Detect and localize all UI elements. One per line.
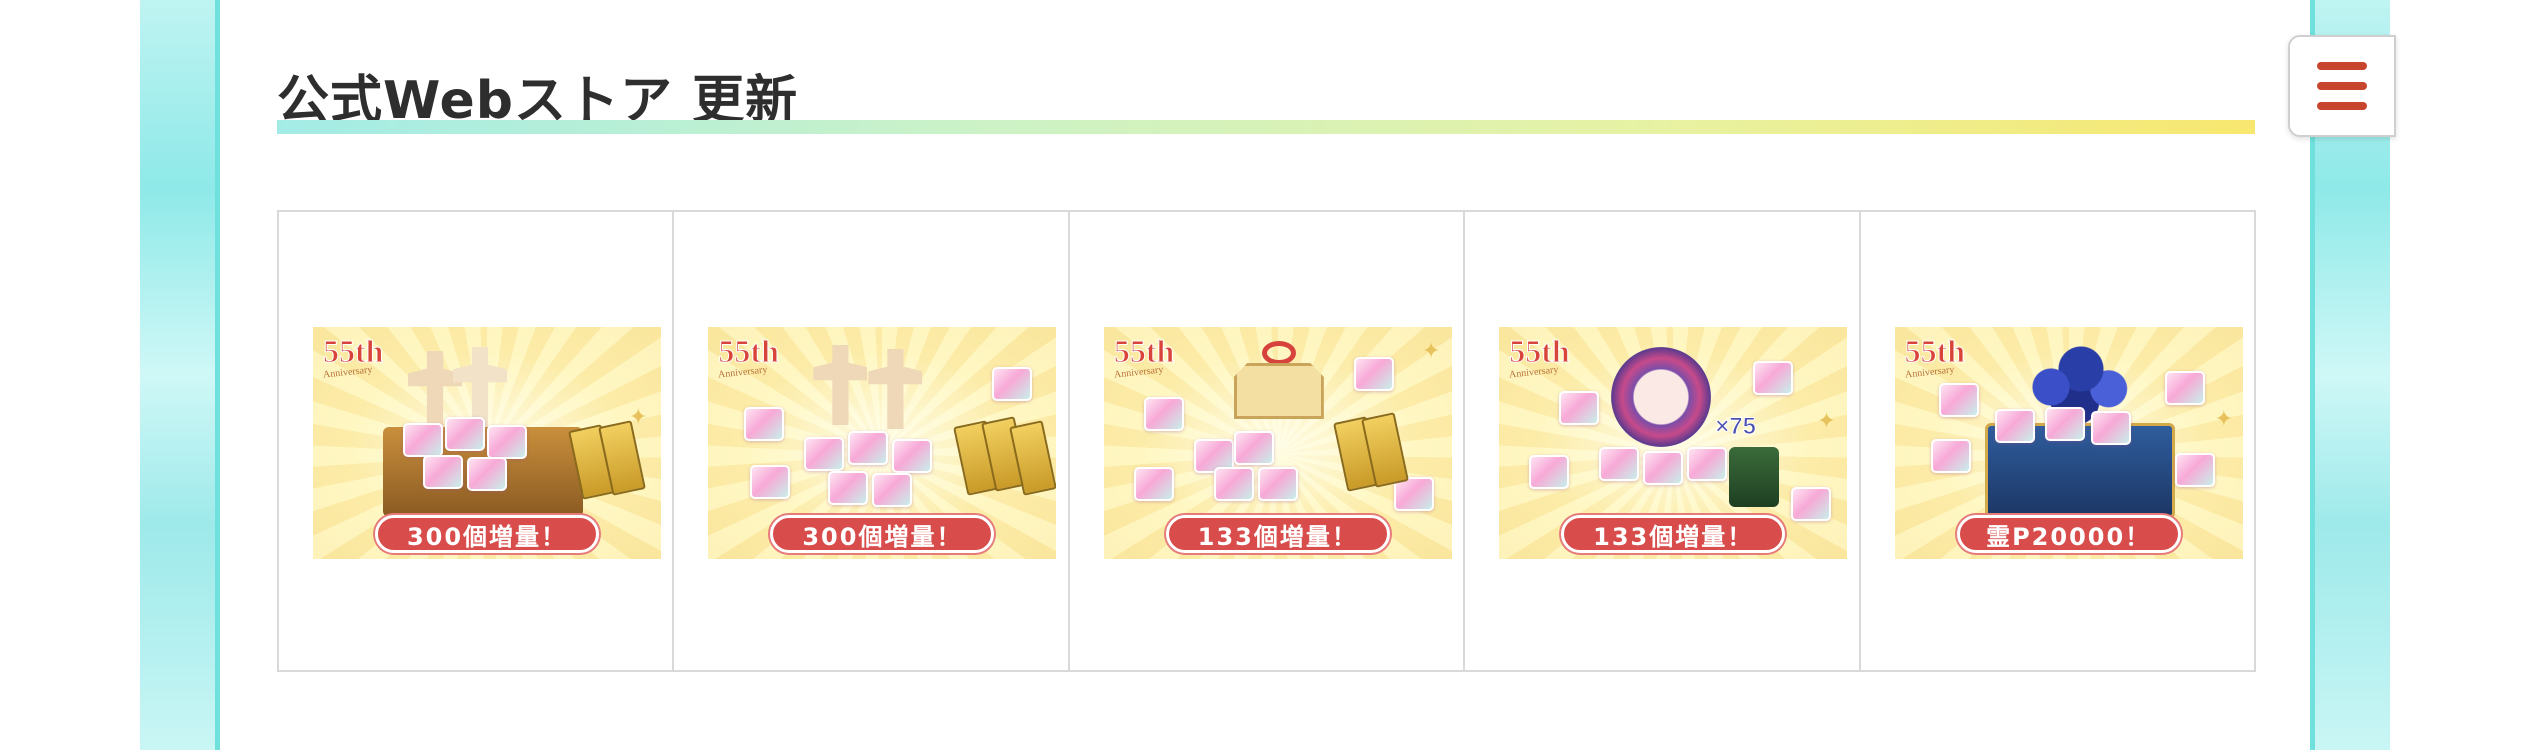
cube-icon [1529,455,1570,489]
cube-icon [1994,409,2035,443]
cube-icon [403,423,443,457]
cube-icon [750,465,791,499]
cube-icon [2090,411,2131,445]
multiplier-label: ×75 [1715,413,1757,441]
store-item-card[interactable]: 55th Anniversary ×75 ✦ 133個増量！ [1465,212,1861,670]
hamburger-menu-icon [2317,62,2367,110]
title-underline [277,120,2255,134]
left-frame [140,0,220,750]
cube-icon [2164,371,2205,405]
cube-icon [804,437,845,471]
cube-icon [828,471,869,505]
cube-icon [1938,383,1979,417]
cube-icon [2174,453,2215,487]
cube-icon [1791,487,1832,521]
character-portrait-icon [1611,347,1712,447]
anniversary-badge: 55th Anniversary [322,333,384,381]
store-banner-image[interactable]: 55th Anniversary ✦ 300個増量！ [313,327,661,559]
banner-label: 霊P20000！ [1956,515,2181,553]
anniversary-badge: 55th Anniversary [1904,333,1966,381]
cube-icon [744,407,785,441]
cube-icon [487,425,527,459]
ema-plaque-icon [1233,363,1324,419]
store-banner-image[interactable]: 55th Anniversary ×75 ✦ 133個増量！ [1499,327,1848,559]
cube-icon [423,455,463,489]
banner-label: 300個増量！ [770,515,995,553]
anniversary-badge: 55th Anniversary [1508,333,1570,381]
store-item-card[interactable]: 55th Anniversary ✦ 霊P20000！ [1860,212,2255,670]
store-banner-grid: 55th Anniversary ✦ 300個増量！ 55th Annivers… [277,210,2256,672]
cube-icon [892,439,933,473]
cube-icon [1687,447,1728,481]
store-banner-image[interactable]: 55th Anniversary ✦ 霊P20000！ [1894,327,2243,559]
cube-icon [1599,447,1640,481]
sparkle-icon: ✦ [2214,407,2234,432]
store-banner-image[interactable]: 55th Anniversary ✦ 133個増量！ [1103,327,1452,559]
cube-icon [992,367,1033,401]
cube-icon [1213,467,1254,501]
store-item-card[interactable]: 55th Anniversary 300個増量！ [674,212,1070,670]
cube-icon [1753,361,1794,395]
cube-icon [1257,467,1298,501]
cube-icon [1930,439,1971,473]
cube-icon [848,431,889,465]
store-item-card[interactable]: 55th Anniversary ✦ 300個増量！ [279,212,675,670]
sparkle-icon: ✦ [629,405,648,430]
cube-icon [445,417,485,451]
chest-icon [1729,447,1780,507]
cube-icon [1559,391,1600,425]
cube-icon [1233,431,1274,465]
cube-icon [1133,467,1174,501]
cube-icon [1353,357,1394,391]
banner-label: 133個増量！ [1561,515,1786,553]
menu-button[interactable] [2288,35,2396,137]
anniversary-badge: 55th Anniversary [1113,333,1175,381]
anniversary-badge: 55th Anniversary [717,333,779,381]
banner-label: 133個増量！ [1165,515,1390,553]
cube-icon [467,457,507,491]
banner-label: 300個増量！ [375,515,599,553]
cube-icon [1643,451,1684,485]
cube-icon [1143,397,1184,431]
knot-icon [1261,341,1296,365]
cube-icon [872,473,913,507]
sparkle-icon: ✦ [1421,339,1441,364]
store-item-card[interactable]: 55th Anniversary ✦ 133個増量！ [1069,212,1466,670]
sparkle-icon: ✦ [1817,409,1836,434]
store-banner-image[interactable]: 55th Anniversary 300個増量！ [708,327,1057,559]
main-content: 公式Webストア 更新 55th Anniversary ✦ 300個増量！ 5… [220,0,2310,750]
cube-icon [2044,407,2085,441]
